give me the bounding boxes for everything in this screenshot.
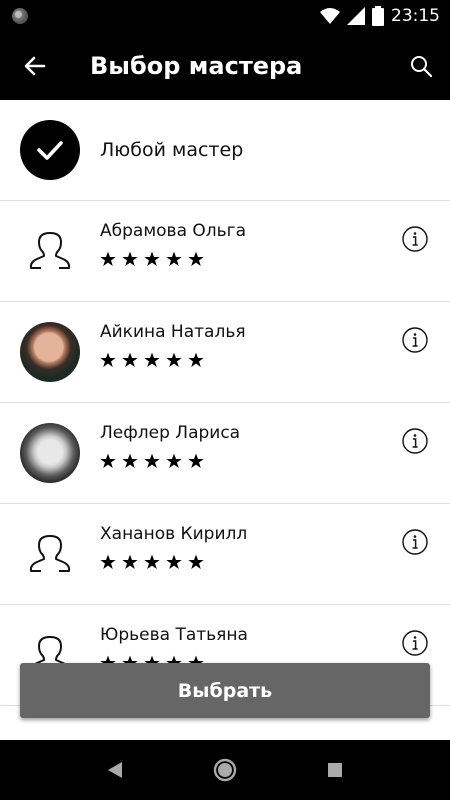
person-outline-icon <box>29 535 71 572</box>
list-item[interactable]: Лефлер Лариса <box>0 403 450 504</box>
star-icon <box>188 554 204 569</box>
nav-recents-button[interactable] <box>310 745 360 795</box>
wifi-icon <box>320 8 340 24</box>
star-icon <box>100 352 116 367</box>
star-icon <box>122 453 138 468</box>
master-name: Айкина Наталья <box>100 322 246 342</box>
star-icon <box>188 251 204 266</box>
nav-home-button[interactable] <box>200 745 250 795</box>
master-name: Юрьева Татьяна <box>100 625 248 645</box>
select-button[interactable]: Выбрать <box>20 663 430 718</box>
status-time: 23:15 <box>391 6 440 26</box>
star-icon <box>166 453 182 468</box>
star-icon <box>122 352 138 367</box>
star-icon <box>144 453 160 468</box>
list-item[interactable]: Хананов Кирилл <box>0 504 450 605</box>
avatar <box>20 423 80 483</box>
any-master-label: Любой мастер <box>100 139 244 161</box>
star-icon <box>144 352 160 367</box>
avatar <box>20 221 80 281</box>
info-icon <box>402 327 428 353</box>
info-icon <box>402 529 428 555</box>
info-icon <box>402 428 428 454</box>
info-button[interactable] <box>402 630 428 656</box>
rating-stars <box>100 352 246 368</box>
master-list[interactable]: Любой мастер Абрамова Ольга Айкина Натал… <box>0 100 450 740</box>
any-master-item[interactable]: Любой мастер <box>0 100 450 201</box>
star-icon <box>100 453 116 468</box>
info-button[interactable] <box>402 327 428 353</box>
master-name: Лефлер Лариса <box>100 423 241 443</box>
master-name: Хананов Кирилл <box>100 524 248 544</box>
check-icon <box>37 141 63 160</box>
star-icon <box>188 453 204 468</box>
star-icon <box>166 352 182 367</box>
system-nav-bar <box>0 740 450 800</box>
star-icon <box>122 251 138 266</box>
battery-icon <box>372 6 384 26</box>
selected-indicator <box>20 120 80 180</box>
avatar <box>20 524 80 584</box>
page-title: Выбор мастера <box>90 52 303 80</box>
master-name: Абрамова Ольга <box>100 221 247 241</box>
star-icon <box>122 554 138 569</box>
star-icon <box>166 251 182 266</box>
rating-stars <box>100 554 247 570</box>
app-bar: Выбор мастера <box>0 32 450 100</box>
info-button[interactable] <box>402 529 428 555</box>
info-button[interactable] <box>402 428 428 454</box>
search-icon <box>411 56 433 78</box>
square-recents-icon <box>328 763 342 777</box>
info-icon <box>402 630 428 656</box>
info-icon <box>402 226 428 252</box>
star-icon <box>100 554 116 569</box>
list-item[interactable]: Абрамова Ольга <box>0 201 450 302</box>
rating-stars <box>100 251 246 267</box>
rating-stars <box>100 453 240 469</box>
info-button[interactable] <box>402 226 428 252</box>
star-icon <box>166 554 182 569</box>
triangle-back-icon <box>108 762 122 778</box>
person-outline-icon <box>29 232 71 269</box>
notification-icon <box>12 8 28 24</box>
back-button[interactable] <box>0 32 70 100</box>
nav-back-button[interactable] <box>90 745 140 795</box>
search-button[interactable] <box>392 32 450 100</box>
arrow-left-icon <box>24 56 46 76</box>
star-icon <box>188 352 204 367</box>
status-indicators: 23:15 <box>320 6 440 26</box>
signal-icon <box>347 7 365 25</box>
status-bar: 23:15 <box>0 0 450 32</box>
avatar <box>20 322 80 382</box>
star-icon <box>100 251 116 266</box>
star-icon <box>144 251 160 266</box>
star-icon <box>144 554 160 569</box>
circle-home-icon <box>213 758 237 782</box>
list-item[interactable]: Айкина Наталья <box>0 302 450 403</box>
